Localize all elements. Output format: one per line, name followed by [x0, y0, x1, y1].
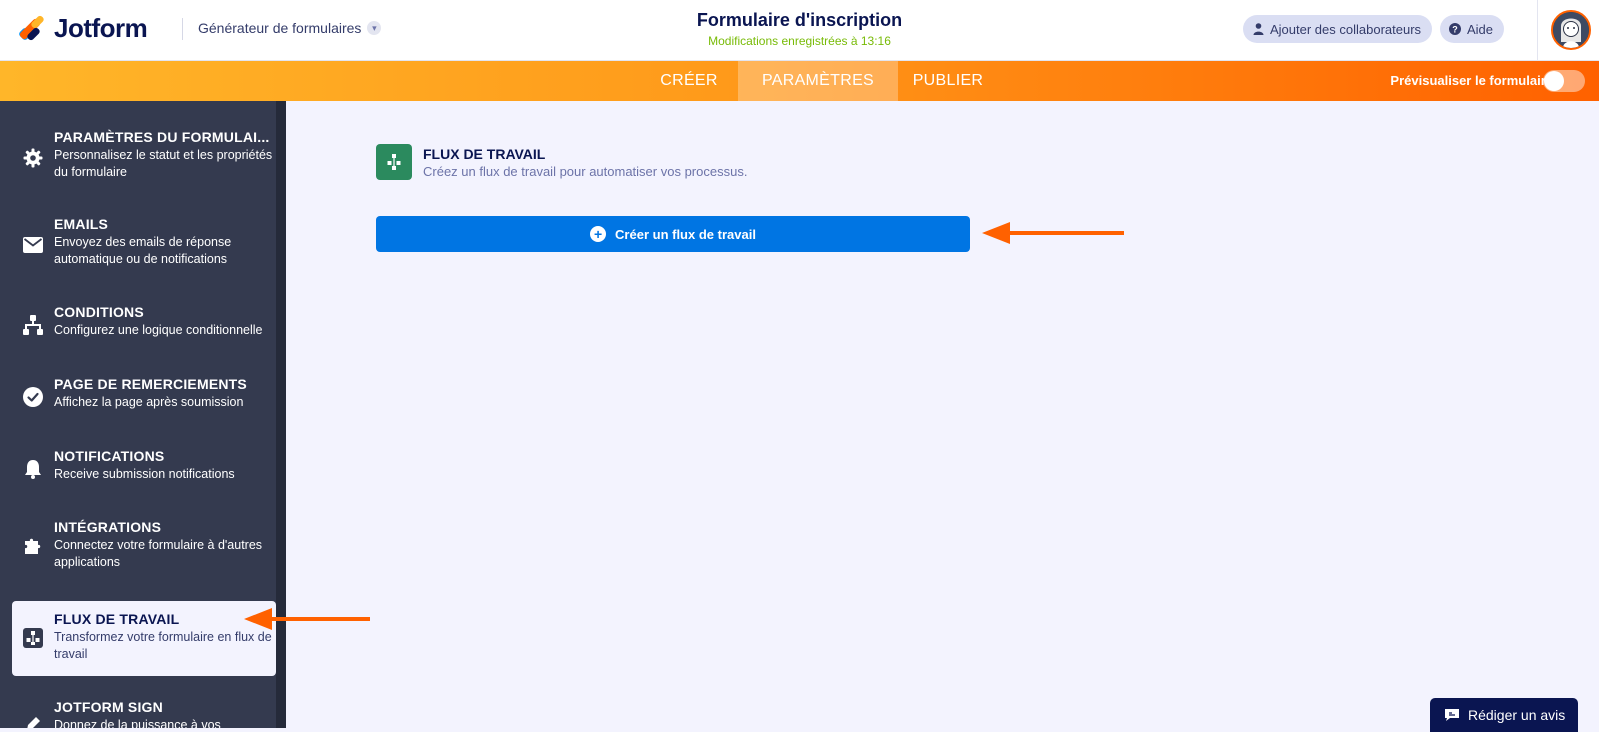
sidebar-item-title: EMAILS	[54, 216, 109, 232]
sidebar-item-desc: Connectez votre formulaire à d'autres ap…	[54, 538, 263, 569]
add-collaborators-button[interactable]: Ajouter des collaborateurs	[1243, 15, 1433, 43]
tab-publish[interactable]: PUBLIER	[898, 61, 998, 101]
sidebar-item-title: PAGE DE REMERCIEMENTS	[54, 376, 247, 392]
sidebar-item-workflow[interactable]: FLUX DE TRAVAIL Transformez votre formul…	[12, 601, 276, 676]
sidebar-item-desc: Personnalisez le statut et les propriété…	[54, 148, 273, 179]
add-collaborators-label: Ajouter des collaborateurs	[1270, 21, 1422, 37]
sidebar-item-title: NOTIFICATIONS	[54, 448, 165, 464]
toggle-knob	[1544, 71, 1564, 91]
avatar-container	[1537, 0, 1599, 61]
sidebar-item-title: CONDITIONS	[54, 304, 144, 320]
bell-icon	[22, 458, 44, 480]
tab-create[interactable]: CRÉER	[640, 61, 738, 101]
annotation-arrow-icon	[244, 608, 370, 630]
sidebar-item-text: PARAMÈTRES DU FORMULAI... Personnalisez …	[54, 129, 274, 181]
puzzle-icon	[22, 535, 44, 557]
sidebar-item-text: JOTFORM SIGN Donnez de la puissance à vo…	[54, 699, 274, 728]
sidebar-item-desc: Donnez de la puissance à vos	[54, 718, 221, 728]
avatar[interactable]	[1551, 10, 1591, 50]
review-icon	[1444, 708, 1460, 722]
pen-icon	[22, 713, 44, 728]
sidebar-item-text: CONDITIONS Configurez une logique condit…	[54, 304, 274, 339]
help-label: Aide	[1467, 21, 1494, 37]
builder-menu-label: Générateur de formulaires	[198, 20, 362, 36]
sidebar-item-desc: Affichez la page après soumission	[54, 395, 244, 409]
brand-name: Jotform	[54, 13, 148, 43]
workflow-icon	[22, 627, 44, 649]
sidebar-item-integrations[interactable]: INTÉGRATIONS Connectez votre formulaire …	[12, 519, 276, 575]
sidebar-item-title: JOTFORM SIGN	[54, 699, 163, 715]
sidebar-item-desc: Receive submission notifications	[54, 467, 235, 481]
envelope-icon	[22, 234, 44, 256]
jotform-logo-mark-icon	[17, 14, 45, 43]
sidebar-item-title: INTÉGRATIONS	[54, 519, 162, 535]
tab-settings[interactable]: PARAMÈTRES	[738, 61, 898, 101]
help-button[interactable]: ? Aide	[1440, 15, 1505, 43]
gear-icon	[22, 147, 44, 169]
sidebar-item-thank-you-page[interactable]: PAGE DE REMERCIEMENTS Affichez la page a…	[12, 376, 276, 416]
hierarchy-icon	[22, 314, 44, 336]
sidebar-item-text: INTÉGRATIONS Connectez votre formulaire …	[54, 519, 274, 571]
user-icon	[1252, 23, 1264, 35]
builder-menu[interactable]: Générateur de formulaires ▾	[198, 20, 382, 36]
chevron-down-icon: ▾	[367, 21, 382, 35]
sidebar-item-text: NOTIFICATIONS Receive submission notific…	[54, 448, 274, 483]
preview-form-label: Prévisualiser le formulaire	[1390, 73, 1553, 88]
question-icon: ?	[1449, 23, 1461, 35]
builder-tab-bar: CRÉER PARAMÈTRES PUBLIER Prévisualiser l…	[0, 61, 1599, 101]
workflow-section-icon	[376, 144, 412, 180]
sidebar-item-title: PARAMÈTRES DU FORMULAI...	[54, 129, 270, 145]
sidebar-item-desc: Transformez votre formulaire en flux de …	[54, 630, 272, 661]
sidebar-item-title: FLUX DE TRAVAIL	[54, 611, 180, 627]
header-divider	[182, 18, 183, 40]
workflow-section-subtitle: Créez un flux de travail pour automatise…	[423, 164, 748, 179]
annotation-arrow-icon	[982, 222, 1124, 244]
sidebar-item-desc: Configurez une logique conditionnelle	[54, 323, 263, 337]
write-review-label: Rédiger un avis	[1468, 707, 1566, 723]
write-review-button[interactable]: Rédiger un avis	[1430, 698, 1578, 732]
workflow-section-title: FLUX DE TRAVAIL	[423, 146, 546, 162]
sidebar-item-text: PAGE DE REMERCIEMENTS Affichez la page a…	[54, 376, 274, 411]
top-bar: Jotform Générateur de formulaires ▾ Form…	[0, 0, 1599, 61]
plus-circle-icon: +	[590, 226, 607, 242]
sidebar-item-conditions[interactable]: CONDITIONS Configurez une logique condit…	[12, 304, 276, 344]
sidebar-item-jotform-sign[interactable]: JOTFORM SIGN Donnez de la puissance à vo…	[12, 699, 276, 728]
sidebar-item-emails[interactable]: EMAILS Envoyez des emails de réponse aut…	[12, 216, 276, 272]
svg-text:?: ?	[1452, 25, 1458, 35]
create-workflow-button[interactable]: + Créer un flux de travail	[376, 216, 970, 252]
sidebar-item-text: FLUX DE TRAVAIL Transformez votre formul…	[54, 611, 274, 663]
jotform-logo[interactable]: Jotform	[17, 13, 148, 44]
check-circle-icon	[22, 386, 44, 408]
preview-form-toggle[interactable]	[1543, 70, 1585, 92]
sidebar-item-form-settings[interactable]: PARAMÈTRES DU FORMULAI... Personnalisez …	[12, 129, 276, 185]
sidebar-item-notifications[interactable]: NOTIFICATIONS Receive submission notific…	[12, 448, 276, 488]
sidebar-item-text: EMAILS Envoyez des emails de réponse aut…	[54, 216, 274, 268]
create-workflow-label: Créer un flux de travail	[615, 226, 756, 242]
sidebar-item-desc: Envoyez des emails de réponse automatiqu…	[54, 235, 232, 266]
